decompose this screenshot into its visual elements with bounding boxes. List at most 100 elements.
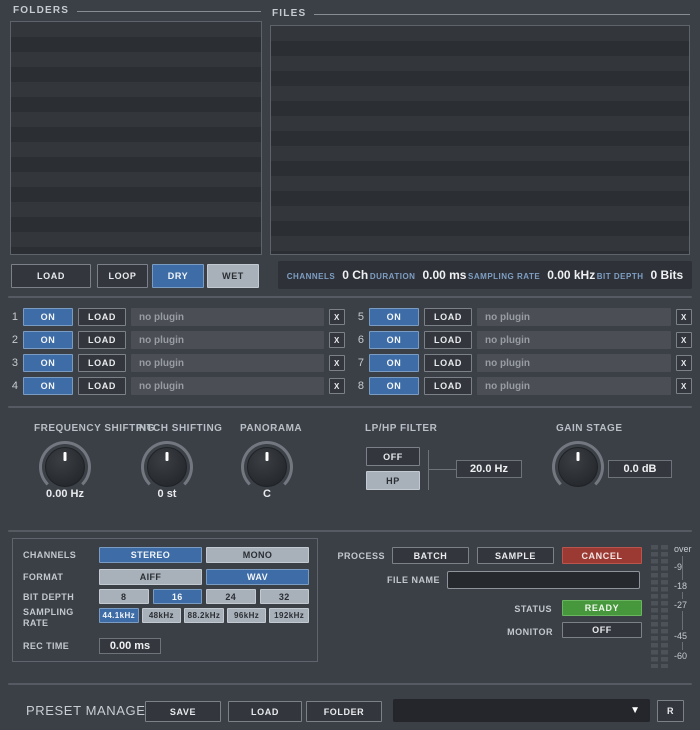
plugin-slot-name-field[interactable]: no plugin — [131, 377, 324, 395]
knob-indicator — [266, 452, 269, 461]
loop-button[interactable]: LOOP — [97, 264, 148, 288]
files-header-line — [314, 14, 690, 15]
plugin-slot-number: 4 — [8, 380, 18, 392]
monitor-label: MONITOR — [495, 627, 553, 637]
folders-load-button[interactable]: LOAD — [11, 264, 91, 288]
plugin-slot-load-button[interactable]: LOAD — [424, 331, 472, 349]
filter-hp-button[interactable]: HP — [366, 471, 420, 490]
recorder-bit-depth-option[interactable]: 32 — [260, 589, 310, 604]
plugin-slot-number: 1 — [8, 311, 18, 323]
recorder-sampling-rate-label: SAMPLING RATE — [23, 607, 85, 630]
preset-folder-button[interactable]: FOLDER — [306, 701, 382, 722]
plugin-slot-load-button[interactable]: LOAD — [424, 308, 472, 326]
plugin-slot-load-button[interactable]: LOAD — [78, 377, 126, 395]
recorder-sampling-rate-option[interactable]: 88.2kHz — [184, 608, 224, 623]
plugin-slot-on-button[interactable]: ON — [369, 377, 419, 395]
plugin-slot-name-field[interactable]: no plugin — [131, 308, 324, 326]
recorder-bit-depth-option[interactable]: 24 — [206, 589, 256, 604]
recorder-channels-label: CHANNELS — [23, 550, 76, 561]
plugin-slot-on-button[interactable]: ON — [23, 354, 73, 372]
plugin-slot-name-field[interactable]: no plugin — [131, 354, 324, 372]
folders-list[interactable] — [10, 21, 262, 255]
plugin-slot-number: 3 — [8, 357, 18, 369]
plugin-slot-close-button[interactable]: X — [329, 332, 345, 348]
plugin-slot-on-button[interactable]: ON — [369, 354, 419, 372]
file-info-bar: CHANNELS 0 Ch DURATION 0.00 ms SAMPLING … — [278, 261, 692, 289]
preset-reset-button[interactable]: R — [657, 700, 684, 722]
plugin-slot-on-button[interactable]: ON — [369, 308, 419, 326]
filter-off-button[interactable]: OFF — [366, 447, 420, 466]
info-channels-label: CHANNELS — [287, 272, 335, 281]
recorder-sampling-rate-option[interactable]: 44.1kHz — [99, 608, 139, 623]
files-header: FILES — [272, 8, 690, 19]
recorder-bit-depth-option[interactable]: 16 — [153, 589, 203, 604]
sample-button[interactable]: SAMPLE — [477, 547, 554, 564]
plugin-slot-row: 3 ON LOAD no plugin X — [8, 354, 345, 372]
frequency-shifting-knob[interactable] — [39, 441, 91, 493]
plugin-slot-on-button[interactable]: ON — [23, 308, 73, 326]
filter-frequency-value[interactable]: 20.0 Hz — [456, 460, 522, 478]
recorder-rec-time-value[interactable]: 0.00 ms — [99, 638, 161, 654]
monitor-toggle[interactable]: OFF — [562, 622, 642, 638]
knob-indicator — [166, 452, 169, 461]
preset-dropdown[interactable]: ▼ — [393, 699, 650, 722]
divider — [8, 683, 692, 685]
recorder-format-option[interactable]: WAV — [206, 569, 309, 585]
recorder-channels-option[interactable]: MONO — [206, 547, 309, 563]
plugin-slot-row: 4 ON LOAD no plugin X — [8, 377, 345, 395]
plugin-slots-right: 5ONLOADno pluginX6ONLOADno pluginX7ONLOA… — [354, 308, 692, 400]
plugin-slot-close-button[interactable]: X — [329, 378, 345, 394]
pitch-shifting-knob[interactable] — [141, 441, 193, 493]
level-meter-tick-label: -18 — [674, 580, 687, 592]
level-meter-tick-label: -9 — [674, 561, 682, 573]
recorder-sampling-rate-option[interactable]: 192kHz — [269, 608, 309, 623]
plugin-slot-row: 6ONLOADno pluginX — [354, 331, 692, 349]
gain-stage-value[interactable]: 0.0 dB — [608, 460, 672, 478]
preset-load-button[interactable]: LOAD — [228, 701, 302, 722]
plugin-slot-close-button[interactable]: X — [676, 378, 692, 394]
status-badge: READY — [562, 600, 642, 616]
plugin-slot-load-button[interactable]: LOAD — [78, 308, 126, 326]
plugin-slot-close-button[interactable]: X — [329, 309, 345, 325]
plugin-slot-close-button[interactable]: X — [329, 355, 345, 371]
plugin-slot-on-button[interactable]: ON — [23, 331, 73, 349]
plugin-slot-load-button[interactable]: LOAD — [78, 354, 126, 372]
pitch-shifting-label: PITCH SHIFTING — [136, 423, 222, 434]
knob-indicator — [577, 452, 580, 461]
plugin-slot-close-button[interactable]: X — [676, 309, 692, 325]
plugin-slot-name-field[interactable]: no plugin — [477, 354, 671, 372]
wet-button[interactable]: WET — [207, 264, 259, 288]
file-name-input[interactable] — [447, 571, 640, 589]
recorder-bit-depth-option[interactable]: 8 — [99, 589, 149, 604]
plugin-slot-close-button[interactable]: X — [676, 332, 692, 348]
status-label: STATUS — [495, 604, 552, 614]
dry-button[interactable]: DRY — [152, 264, 204, 288]
plugin-slot-load-button[interactable]: LOAD — [424, 354, 472, 372]
gain-stage-knob[interactable] — [552, 441, 604, 493]
recorder-format-option[interactable]: AIFF — [99, 569, 202, 585]
plugin-slot-close-button[interactable]: X — [676, 355, 692, 371]
panorama-knob[interactable] — [241, 441, 293, 493]
preset-save-button[interactable]: SAVE — [145, 701, 221, 722]
plugin-slot-name-field[interactable]: no plugin — [131, 331, 324, 349]
plugin-slot-row: 1 ON LOAD no plugin X — [8, 308, 345, 326]
plugin-slot-on-button[interactable]: ON — [369, 331, 419, 349]
cancel-button[interactable]: CANCEL — [562, 547, 642, 564]
divider — [8, 296, 692, 298]
plugin-slot-name-field[interactable]: no plugin — [477, 377, 671, 395]
plugin-slot-load-button[interactable]: LOAD — [78, 331, 126, 349]
info-channels: CHANNELS 0 Ch — [287, 268, 368, 282]
files-list[interactable] — [270, 25, 690, 255]
panorama-label: PANORAMA — [240, 423, 302, 434]
recorder-channels-option[interactable]: STEREO — [99, 547, 202, 563]
folders-header-line — [77, 11, 261, 12]
filter-connector-vertical — [428, 450, 429, 490]
plugin-slot-load-button[interactable]: LOAD — [424, 377, 472, 395]
batch-button[interactable]: BATCH — [392, 547, 469, 564]
plugin-slot-name-field[interactable]: no plugin — [477, 308, 671, 326]
recorder-sampling-rate-option[interactable]: 48kHz — [142, 608, 182, 623]
plugin-slot-on-button[interactable]: ON — [23, 377, 73, 395]
info-bit-depth-value: 0 Bits — [651, 268, 684, 282]
recorder-sampling-rate-option[interactable]: 96kHz — [227, 608, 267, 623]
plugin-slot-name-field[interactable]: no plugin — [477, 331, 671, 349]
